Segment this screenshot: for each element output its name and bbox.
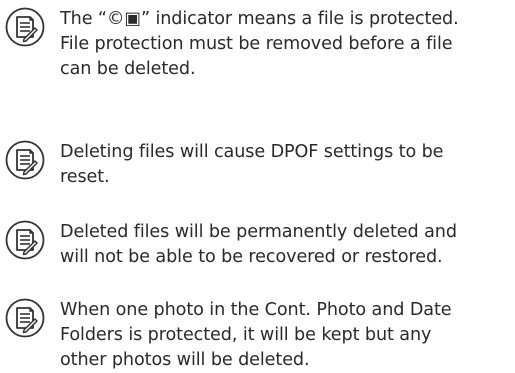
note-text: The “©▣” indicator means a file is prote…: [60, 9, 459, 79]
memo-note-icon: [5, 220, 45, 260]
note-text: Deleting files will cause DPOF settings …: [60, 142, 444, 187]
memo-note-icon: [5, 298, 45, 338]
memo-note-icon: [5, 140, 45, 180]
note-text: When one photo in the Cont. Photo and Da…: [60, 300, 452, 370]
memo-note-icon: [5, 7, 45, 47]
note-text: Deleted files will be permanently delete…: [60, 222, 457, 267]
